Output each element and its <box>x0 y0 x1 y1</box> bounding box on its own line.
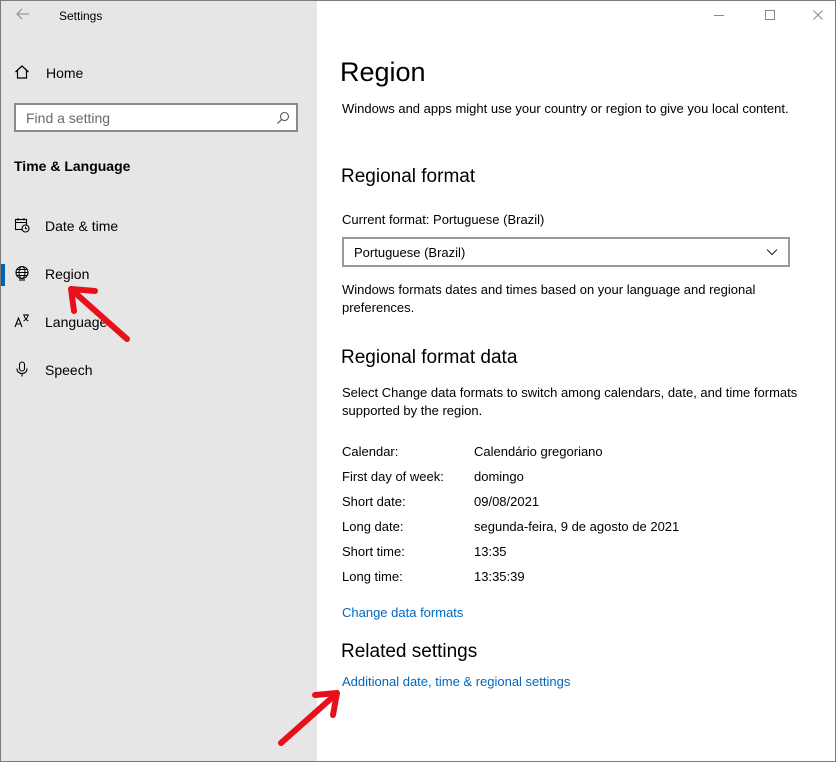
format-data-description: Select Change data formats to switch amo… <box>342 385 798 418</box>
regional-format-dropdown[interactable]: Portuguese (Brazil) <box>342 237 790 267</box>
globe-icon <box>15 265 29 281</box>
back-button[interactable] <box>11 6 35 26</box>
settings-window: Settings Home Time & Language Date & tim… <box>0 0 836 762</box>
minimize-icon <box>714 15 724 16</box>
format-data-table: Calendar: Calendário gregoriano First da… <box>342 444 802 594</box>
additional-regional-settings-link[interactable]: Additional date, time & regional setting… <box>342 674 570 689</box>
row-key: First day of week: <box>342 469 444 484</box>
sidebar: Settings Home Time & Language Date & tim… <box>1 1 317 761</box>
change-data-formats-link[interactable]: Change data formats <box>342 605 463 620</box>
table-row: Short date: 09/08/2021 <box>342 494 802 519</box>
chevron-down-icon <box>766 249 778 256</box>
table-row: Long time: 13:35:39 <box>342 569 802 594</box>
row-key: Long time: <box>342 569 403 584</box>
sidebar-item-home[interactable]: Home <box>1 57 317 91</box>
row-key: Calendar: <box>342 444 399 459</box>
table-row: Short time: 13:35 <box>342 544 802 569</box>
sidebar-item-label: Language <box>45 314 108 330</box>
intro-text: Windows and apps might use your country … <box>342 101 789 116</box>
microphone-icon <box>16 361 28 377</box>
row-key: Short time: <box>342 544 405 559</box>
selection-indicator <box>1 264 5 286</box>
row-value: 13:35 <box>474 544 507 559</box>
regional-format-data-heading: Regional format data <box>341 347 518 368</box>
minimize-button[interactable] <box>709 7 729 25</box>
section-heading: Time & Language <box>14 158 131 174</box>
sidebar-item-speech[interactable]: Speech <box>1 352 317 388</box>
format-note: Windows formats dates and times based on… <box>342 282 756 315</box>
search-icon[interactable] <box>276 111 290 125</box>
maximize-button[interactable] <box>760 7 780 25</box>
page-title: Region <box>340 57 426 87</box>
sidebar-item-label: Date & time <box>45 218 119 234</box>
row-key: Short date: <box>342 494 406 509</box>
close-button[interactable] <box>808 7 828 25</box>
row-key: Long date: <box>342 519 404 534</box>
maximize-icon <box>765 10 775 20</box>
row-value: domingo <box>474 469 524 484</box>
row-value: 13:35:39 <box>474 569 525 584</box>
main-content: Region Windows and apps might use your c… <box>317 1 835 761</box>
regional-format-heading: Regional format <box>341 166 476 187</box>
table-row: Calendar: Calendário gregoriano <box>342 444 802 469</box>
calendar-clock-icon <box>14 218 30 233</box>
back-arrow-icon <box>16 8 29 20</box>
home-icon <box>15 65 29 79</box>
row-value: 09/08/2021 <box>474 494 540 509</box>
search-input[interactable] <box>26 109 266 127</box>
dropdown-selected-value: Portuguese (Brazil) <box>354 245 466 260</box>
row-value: Calendário gregoriano <box>474 444 603 459</box>
language-icon <box>14 314 29 328</box>
current-format-label: Current format: Portuguese (Brazil) <box>342 212 545 227</box>
app-title: Settings <box>59 9 103 23</box>
row-value: segunda-feira, 9 de agosto de 2021 <box>474 519 680 534</box>
table-row: First day of week: domingo <box>342 469 802 494</box>
search-box[interactable] <box>14 103 298 132</box>
related-settings-heading: Related settings <box>341 641 478 662</box>
sidebar-item-date-time[interactable]: Date & time <box>1 208 317 244</box>
sidebar-item-region[interactable]: Region <box>1 256 317 292</box>
table-row: Long date: segunda-feira, 9 de agosto de… <box>342 519 802 544</box>
sidebar-item-label: Home <box>46 65 84 81</box>
sidebar-item-label: Region <box>45 266 90 282</box>
sidebar-item-language[interactable]: Language <box>1 304 317 340</box>
sidebar-item-label: Speech <box>45 362 93 378</box>
close-icon <box>813 10 823 20</box>
